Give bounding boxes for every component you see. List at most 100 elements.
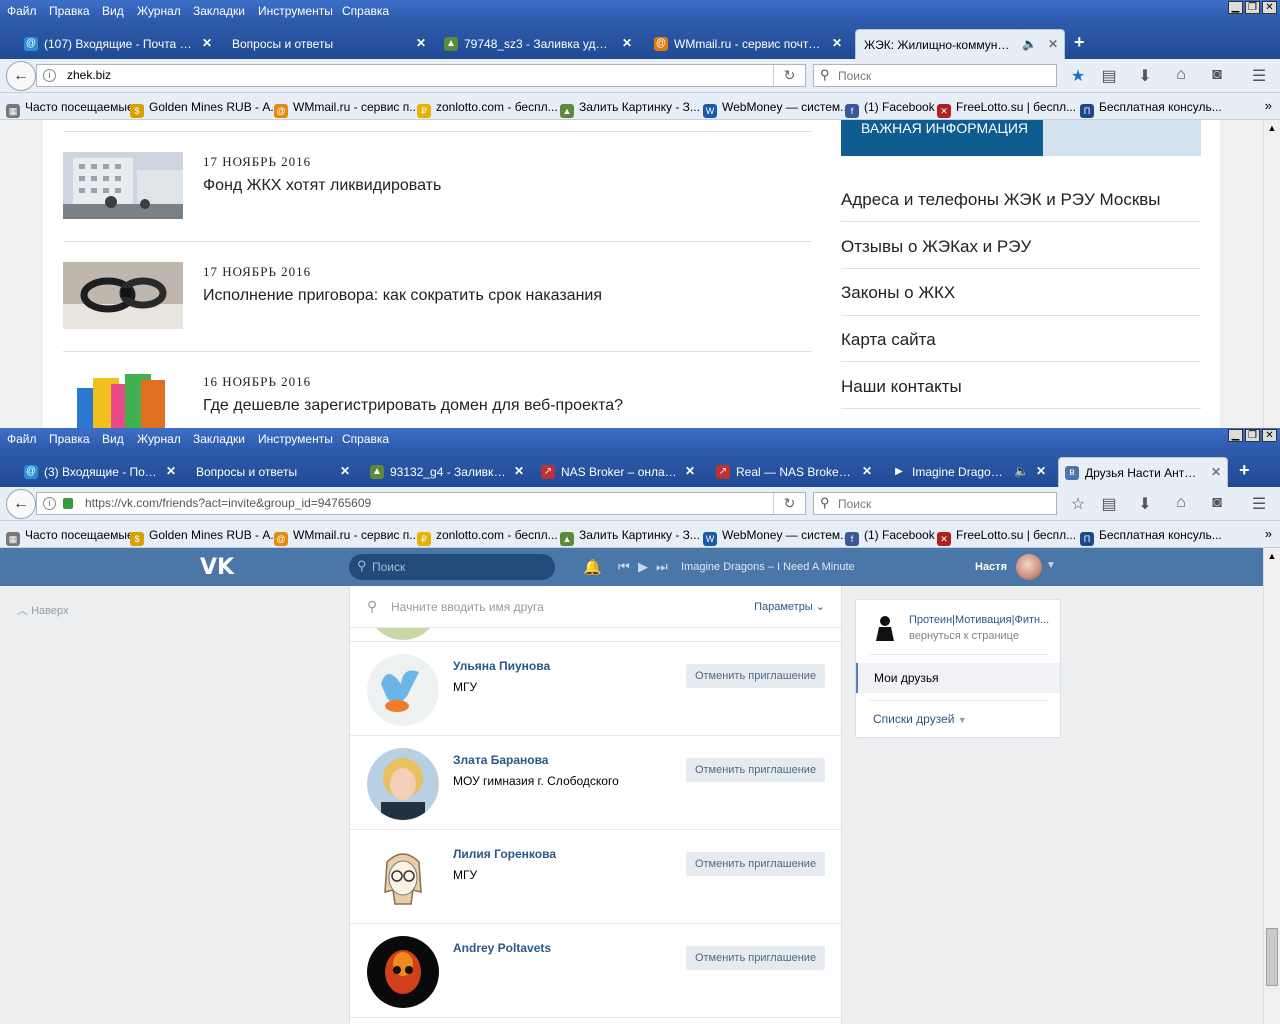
- speaker-icon[interactable]: 🔈: [1014, 464, 1029, 478]
- news-title[interactable]: Исполнение приговора: как сократить срок…: [203, 287, 602, 305]
- bookmark-item[interactable]: @ WMmail.ru - сервис п...: [274, 100, 419, 118]
- chevron-down-icon[interactable]: ▼: [1046, 560, 1056, 571]
- menu-tools[interactable]: Инструменты: [258, 4, 333, 18]
- prev-track-icon[interactable]: ⏮: [618, 559, 630, 575]
- new-tab-button[interactable]: +: [1239, 460, 1250, 481]
- menu-hamburger-icon[interactable]: ☰: [1248, 494, 1270, 514]
- restore-button[interactable]: ❐: [1245, 429, 1260, 442]
- tab-image-upload[interactable]: ▲ 79748_sz3 - Заливка удалас... ✕: [438, 29, 638, 59]
- scrollbar[interactable]: ▲: [1263, 120, 1280, 428]
- minimize-button[interactable]: ▁: [1228, 1, 1243, 14]
- bookmark-item[interactable]: П Бесплатная консуль...: [1080, 528, 1222, 546]
- tab-questions[interactable]: Вопросы и ответы ✕: [222, 29, 432, 59]
- download-icon[interactable]: ⬇: [1134, 66, 1156, 86]
- pocket-icon[interactable]: ◙: [1206, 66, 1228, 84]
- close-window-button[interactable]: ✕: [1262, 429, 1277, 442]
- menu-view[interactable]: Вид: [102, 4, 124, 18]
- news-thumbnail[interactable]: [63, 152, 183, 219]
- bookmark-item[interactable]: f (1) Facebook: [845, 100, 935, 118]
- scroll-to-top[interactable]: ︿ Наверх: [17, 602, 68, 618]
- tab-wmmail[interactable]: @ WMmail.ru - сервис почтовы... ✕: [648, 29, 848, 59]
- home-icon[interactable]: ⌂: [1170, 66, 1192, 84]
- scroll-up-icon[interactable]: ▲: [1265, 549, 1279, 563]
- close-tab-icon[interactable]: ✕: [1048, 37, 1058, 51]
- cancel-invite-button[interactable]: Отменить приглашение: [686, 946, 825, 970]
- close-tab-icon[interactable]: ✕: [832, 36, 842, 50]
- url-bar[interactable]: i https://vk.com/friends?act=invite&grou…: [36, 492, 806, 515]
- cancel-invite-button[interactable]: Отменить приглашение: [686, 758, 825, 782]
- tab-mail[interactable]: @ (107) Входящие - Почта Mail... ✕: [18, 29, 218, 59]
- bookmark-item[interactable]: ▲ Залить Картинку - З...: [560, 528, 700, 546]
- menu-history[interactable]: Журнал: [137, 432, 181, 446]
- avatar[interactable]: [367, 842, 439, 914]
- reload-icon[interactable]: ↻: [773, 493, 805, 514]
- bookmarks-overflow-icon[interactable]: »: [1265, 98, 1272, 113]
- close-tab-icon[interactable]: ✕: [416, 36, 426, 50]
- close-tab-icon[interactable]: ✕: [514, 464, 524, 478]
- bookmark-item[interactable]: @ WMmail.ru - сервис п...: [274, 528, 419, 546]
- news-thumbnail[interactable]: [63, 372, 183, 428]
- home-icon[interactable]: ⌂: [1170, 494, 1192, 512]
- friend-lists-item[interactable]: Списки друзей ▼: [873, 712, 967, 726]
- scroll-up-icon[interactable]: ▲: [1265, 121, 1279, 135]
- user-name[interactable]: Настя: [975, 561, 1007, 573]
- restore-button[interactable]: ❐: [1245, 1, 1260, 14]
- bookmark-item[interactable]: ✕ FreeLotto.su | беспл...: [937, 528, 1076, 546]
- menu-help[interactable]: Справка: [342, 432, 389, 446]
- tab-questions[interactable]: Вопросы и ответы ✕: [186, 457, 356, 487]
- close-tab-icon[interactable]: ✕: [340, 464, 350, 478]
- side-link-contacts[interactable]: Наши контакты: [841, 377, 962, 397]
- friend-name[interactable]: Ульяна Пиунова: [453, 659, 550, 673]
- menu-history[interactable]: Журнал: [137, 4, 181, 18]
- bookmark-item[interactable]: W WebMoney — систем...: [703, 528, 850, 546]
- friend-name[interactable]: Злата Баранова: [453, 753, 548, 767]
- bookmark-item[interactable]: ▦ Часто посещаемые: [6, 100, 134, 118]
- group-avatar[interactable]: [870, 613, 900, 643]
- bookmark-star-icon[interactable]: ★: [1067, 66, 1089, 86]
- friend-search-input[interactable]: Начните вводить имя друга: [391, 600, 544, 614]
- bookmark-star-icon[interactable]: ☆: [1067, 494, 1089, 514]
- tab-nas-broker-real[interactable]: ↗ Real — NAS Broker W... ✕: [710, 457, 878, 487]
- info-icon[interactable]: i: [43, 69, 56, 82]
- news-thumbnail[interactable]: [63, 262, 183, 329]
- pocket-icon[interactable]: ◙: [1206, 494, 1228, 512]
- friend-name[interactable]: Andrey Poltavets: [453, 941, 551, 955]
- avatar[interactable]: [1016, 554, 1042, 580]
- bookmark-item[interactable]: ₽ zonlotto.com - беспл...: [417, 100, 558, 118]
- bookmark-item[interactable]: П Бесплатная консуль...: [1080, 100, 1222, 118]
- speaker-icon[interactable]: 🔈: [1022, 37, 1037, 51]
- menu-edit[interactable]: Правка: [49, 432, 90, 446]
- reading-list-icon[interactable]: ▤: [1098, 494, 1120, 514]
- side-link-sitemap[interactable]: Карта сайта: [841, 330, 936, 350]
- bookmark-item[interactable]: ✕ FreeLotto.su | беспл...: [937, 100, 1076, 118]
- group-name[interactable]: Протеин|Мотивация|Фитн...: [909, 614, 1055, 626]
- parameters-dropdown[interactable]: Параметры ⌄: [754, 600, 825, 613]
- avatar[interactable]: [367, 936, 439, 1008]
- close-tab-icon[interactable]: ✕: [1211, 465, 1221, 479]
- tab-vk-friends[interactable]: в Друзья Насти Антип... ✕: [1058, 457, 1228, 487]
- friend-name[interactable]: Лилия Горенкова: [453, 847, 556, 861]
- search-input[interactable]: ⚲ Поиск: [813, 492, 1057, 515]
- vk-logo-icon[interactable]: VK: [200, 555, 234, 580]
- menu-bookmarks[interactable]: Закладки: [193, 4, 245, 18]
- search-input[interactable]: ⚲ Поиск: [813, 64, 1057, 87]
- bookmark-item[interactable]: f (1) Facebook: [845, 528, 935, 546]
- news-title[interactable]: Где дешевле зарегистрировать домен для в…: [203, 397, 623, 415]
- close-window-button[interactable]: ✕: [1262, 1, 1277, 14]
- menu-file[interactable]: Файл: [7, 4, 37, 18]
- menu-bookmarks[interactable]: Закладки: [193, 432, 245, 446]
- bookmark-item[interactable]: ▦ Часто посещаемые: [6, 528, 134, 546]
- menu-tools[interactable]: Инструменты: [258, 432, 333, 446]
- play-icon[interactable]: ▶: [638, 559, 648, 575]
- info-icon[interactable]: i: [43, 497, 56, 510]
- vk-search-input[interactable]: ⚲ Поиск: [349, 554, 555, 580]
- menu-help[interactable]: Справка: [342, 4, 389, 18]
- cancel-invite-button[interactable]: Отменить приглашение: [686, 664, 825, 688]
- new-tab-button[interactable]: +: [1074, 32, 1085, 53]
- bookmark-item[interactable]: $ Golden Mines RUB - А...: [130, 100, 280, 118]
- download-icon[interactable]: ⬇: [1134, 494, 1156, 514]
- back-button[interactable]: ←: [6, 489, 36, 519]
- tab-zhek[interactable]: ЖЭК: Жилищно-коммунальн... 🔈 ✕: [855, 29, 1065, 59]
- menu-hamburger-icon[interactable]: ☰: [1248, 66, 1270, 86]
- close-tab-icon[interactable]: ✕: [862, 464, 872, 478]
